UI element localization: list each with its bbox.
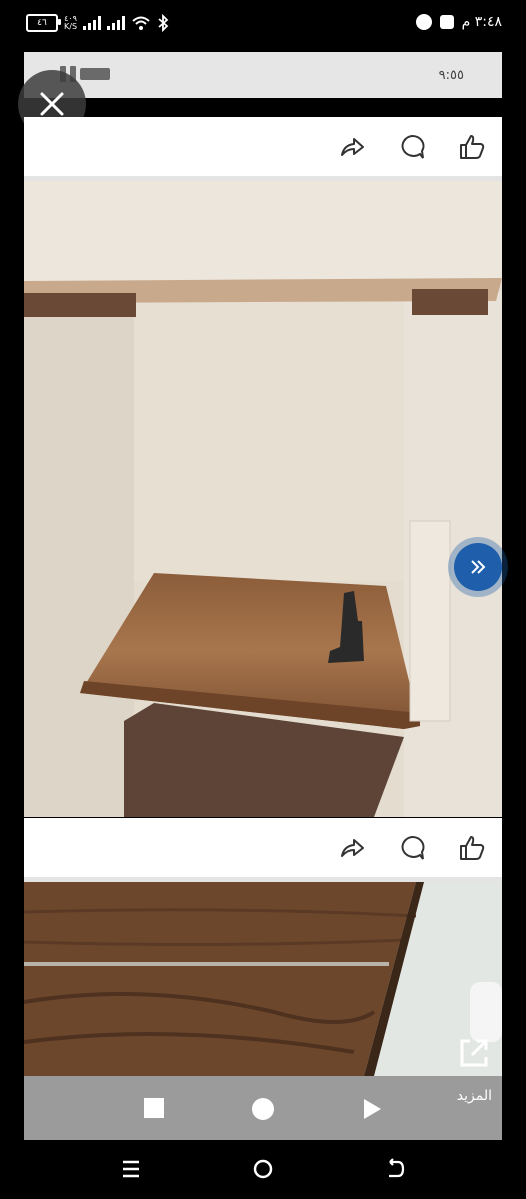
bluetooth-icon xyxy=(158,14,169,32)
network-speed: ٤٠٩ K/S xyxy=(64,15,77,31)
post-actions-row-1 xyxy=(24,117,502,177)
media-control-bar: المزيد xyxy=(24,1076,502,1140)
inner-status-time: ٩:٥٥ xyxy=(438,68,464,83)
messenger-icon xyxy=(415,14,432,30)
image-inner-status-bar: ٩:٥٥ xyxy=(24,52,502,98)
home-circle-icon[interactable] xyxy=(252,1098,274,1120)
signal-2-icon xyxy=(107,16,126,30)
notification-icon xyxy=(439,15,454,29)
signal-icon xyxy=(83,16,102,30)
status-left-group: ٤٦ ٤٠٩ K/S xyxy=(26,14,169,32)
double-chevron-right-icon xyxy=(471,560,486,574)
battery-icon: ٤٦ xyxy=(26,14,61,32)
share-icon[interactable] xyxy=(338,133,366,161)
post-actions-row-2 xyxy=(24,818,502,878)
cabinet-photo[interactable] xyxy=(24,181,502,817)
battery-level: ٤٦ xyxy=(37,18,47,28)
phone-status-bar: ٤٦ ٤٠٩ K/S ٣:٤٨ م xyxy=(0,0,526,52)
home-icon[interactable] xyxy=(252,1158,274,1180)
door-photo[interactable] xyxy=(24,882,502,1076)
network-unit: K/S xyxy=(64,22,78,31)
wifi-icon xyxy=(132,16,150,30)
like-icon[interactable] xyxy=(458,133,486,161)
play-icon[interactable] xyxy=(362,1098,382,1120)
next-image-button[interactable] xyxy=(454,543,502,591)
recent-apps-icon[interactable] xyxy=(120,1158,142,1180)
stop-icon[interactable] xyxy=(144,1098,164,1118)
close-icon xyxy=(40,92,64,116)
status-right-group: ٣:٤٨ م xyxy=(415,14,502,30)
more-button[interactable]: المزيد xyxy=(457,1088,492,1104)
back-icon[interactable] xyxy=(384,1158,406,1180)
comment-icon[interactable] xyxy=(398,133,426,161)
like-icon[interactable] xyxy=(458,834,486,862)
status-time: ٣:٤٨ م xyxy=(461,14,502,30)
external-share-icon[interactable] xyxy=(456,1035,492,1071)
comment-icon[interactable] xyxy=(398,834,426,862)
share-icon[interactable] xyxy=(338,834,366,862)
system-navigation-bar xyxy=(0,1140,526,1199)
